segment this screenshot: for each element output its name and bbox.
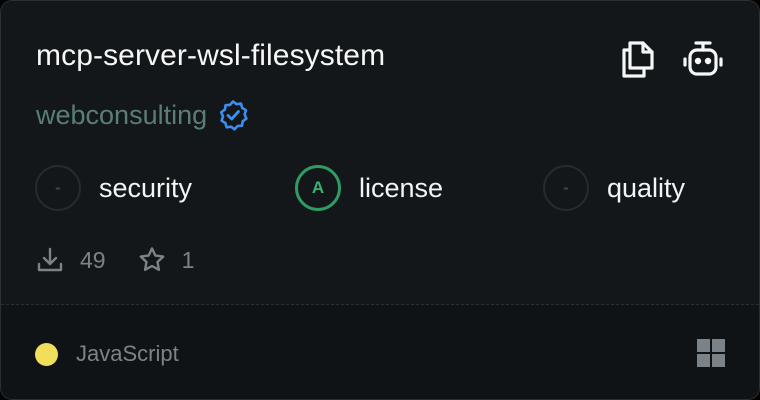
author-link[interactable]: webconsulting [36, 100, 207, 131]
security-label: security [99, 172, 193, 203]
metrics-row: - security A license - quality [1, 164, 759, 212]
stars-stat: 1 [138, 246, 195, 274]
copy-button[interactable] [615, 37, 659, 81]
security-grade: - [35, 165, 81, 211]
language-tag: JavaScript [35, 341, 179, 367]
quality-grade: - [543, 165, 589, 211]
language-color-dot [35, 342, 58, 366]
card-footer: JavaScript [1, 305, 759, 399]
stars-count: 1 [181, 246, 195, 273]
downloads-count: 49 [80, 246, 106, 273]
server-title[interactable]: mcp-server-wsl-filesystem [36, 39, 385, 73]
license-grade: A [295, 165, 341, 211]
copy-icon [622, 41, 654, 78]
language-name: JavaScript [76, 341, 179, 366]
robot-icon [683, 41, 723, 76]
windows-icon [697, 339, 725, 367]
downloads-stat: 49 [36, 246, 106, 274]
star-icon [139, 247, 164, 271]
metric-security[interactable]: - security [35, 164, 192, 212]
stats-row: 49 1 [36, 245, 226, 275]
license-label: license [359, 172, 444, 203]
card-actions [615, 37, 725, 81]
author-row: webconsulting [36, 99, 249, 131]
quality-label: quality [607, 172, 686, 203]
metric-license[interactable]: A license [295, 164, 443, 212]
robot-button[interactable] [681, 37, 725, 81]
server-card[interactable]: mcp-server-wsl-filesystem webconsulting [0, 0, 760, 400]
metric-quality[interactable]: - quality [543, 164, 685, 212]
download-icon [37, 247, 63, 272]
verified-badge-icon [220, 100, 248, 131]
